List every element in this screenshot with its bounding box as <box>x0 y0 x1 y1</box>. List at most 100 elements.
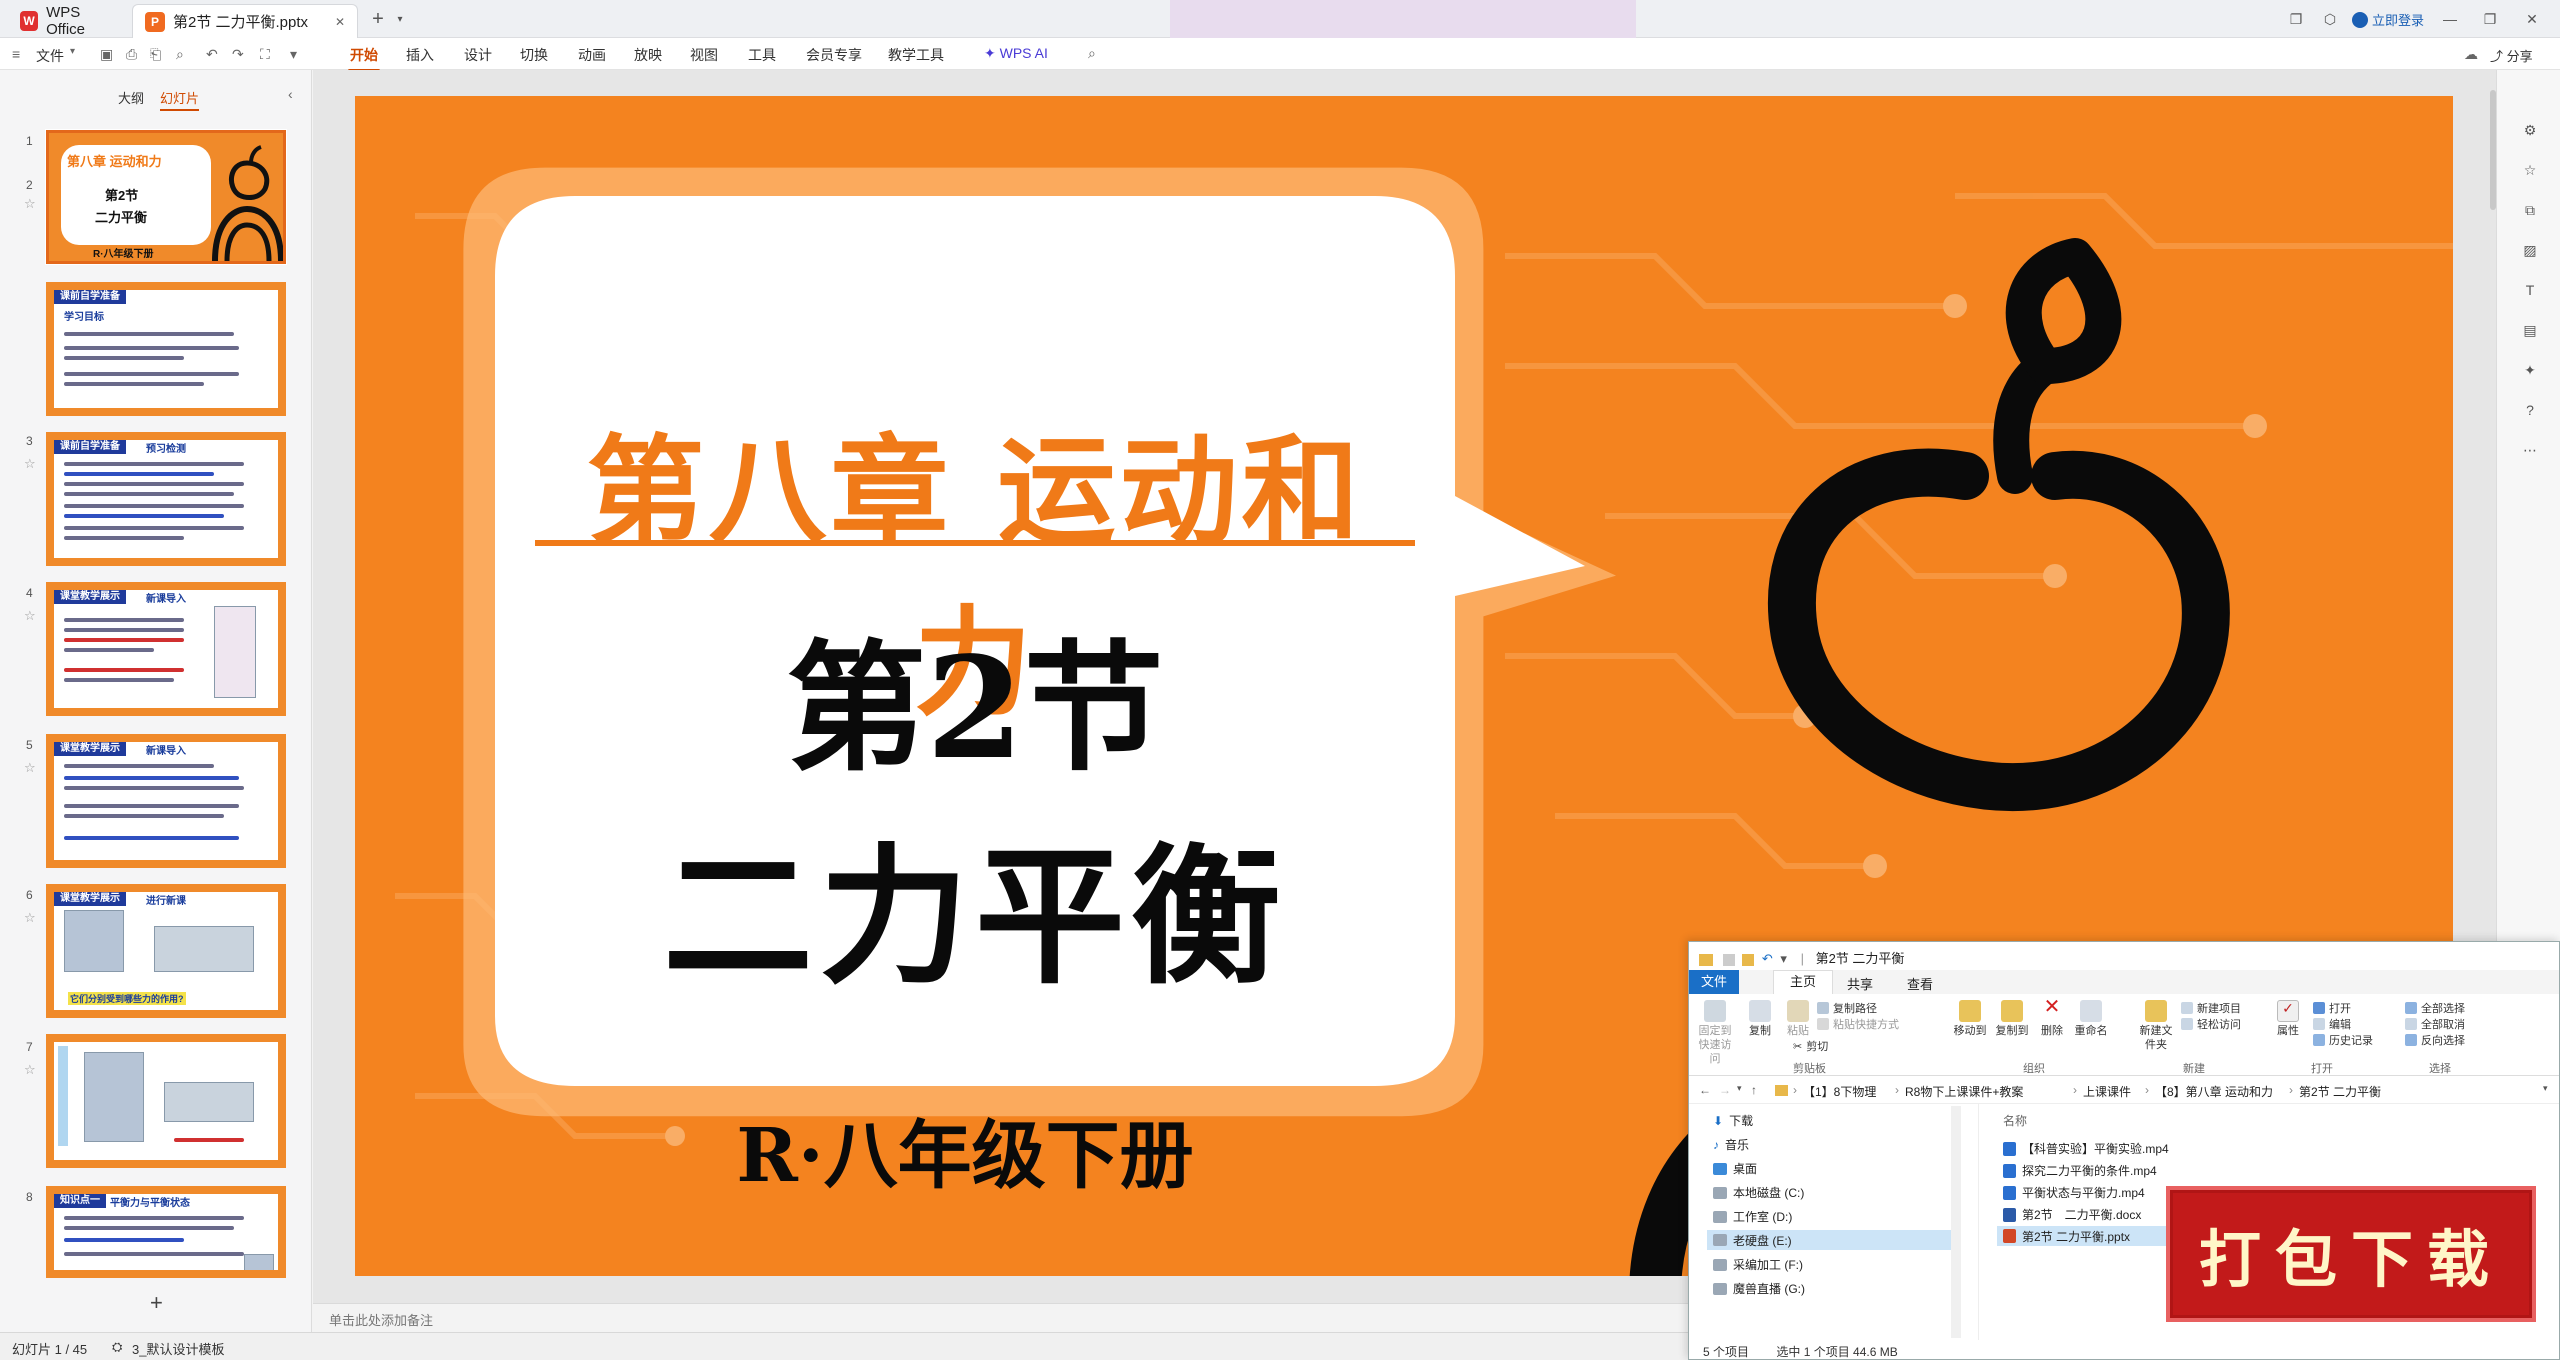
text-icon[interactable]: T <box>2521 282 2539 300</box>
tab-file[interactable]: 文件 <box>1689 970 1739 994</box>
paste-shortcut-button[interactable]: 粘贴快捷方式 <box>1817 1016 1899 1032</box>
file-item[interactable]: 探究二力平衡的条件.mp4 <box>2003 1162 2157 1179</box>
more-icon[interactable]: ⋯ <box>2521 442 2539 460</box>
close-icon[interactable]: ✕ <box>335 15 345 29</box>
up-icon[interactable]: ↑ <box>1751 1083 1757 1097</box>
redo-icon[interactable]: ↷ <box>232 46 244 63</box>
settings-icon[interactable]: ✦ <box>2521 362 2539 380</box>
menu-transition[interactable]: 切换 <box>520 45 548 65</box>
tab-wps-office[interactable]: W WPS Office <box>8 4 128 38</box>
nav-item-downloads[interactable]: ⬇ 下载 <box>1713 1112 1753 1129</box>
properties-icon[interactable]: ⚙ <box>2521 122 2539 140</box>
slide-thumbnail-7[interactable] <box>46 1034 286 1168</box>
star-icon[interactable]: ☆ <box>24 608 36 624</box>
star-icon[interactable]: ☆ <box>24 760 36 776</box>
star-icon[interactable]: ☆ <box>24 910 36 926</box>
preview-icon[interactable]: ⌕ <box>176 46 184 63</box>
star-icon[interactable]: ☆ <box>24 196 36 212</box>
history-button[interactable]: 历史记录 <box>2313 1032 2373 1048</box>
cube-icon[interactable]: ⬡ <box>2320 9 2340 29</box>
image-icon[interactable]: ▨ <box>2521 242 2539 260</box>
nav-item-drive-g[interactable]: 魔兽直播 (G:) <box>1713 1280 1805 1297</box>
chevron-down-icon[interactable]: ▾ <box>70 46 75 57</box>
tab-document[interactable]: P 第2节 二力平衡.pptx ✕ <box>132 4 358 38</box>
minimize-icon[interactable]: — <box>2440 9 2460 29</box>
breadcrumb-4[interactable]: 【8】第八章 运动和力 <box>2155 1083 2273 1100</box>
nav-item-drive-f[interactable]: 采编加工 (F:) <box>1713 1256 1803 1273</box>
menu-design[interactable]: 设计 <box>464 45 492 65</box>
properties-button[interactable]: ✓ 属性 <box>2273 1000 2303 1038</box>
select-all-button[interactable]: 全部选择 <box>2405 1000 2465 1016</box>
search-icon[interactable]: ⌕ <box>1088 45 1096 62</box>
menu-member[interactable]: 会员专享 <box>806 45 862 65</box>
login-button[interactable]: 立即登录 <box>2352 10 2424 29</box>
chevron-down-icon[interactable]: ▾ <box>1780 951 1787 966</box>
slide-thumbnail-6[interactable]: 课堂教学展示 进行新课 它们分别受到哪些力的作用? <box>46 884 286 1018</box>
new-folder-button[interactable]: 新建文件夹 <box>2135 1000 2177 1052</box>
select-none-button[interactable]: 全部取消 <box>2405 1016 2465 1032</box>
undo-icon[interactable]: ↶ <box>1762 951 1773 966</box>
paste-button[interactable]: 粘贴 <box>1783 1000 1813 1038</box>
nav-scrollbar[interactable] <box>1951 1106 1961 1338</box>
menu-slideshow[interactable]: 放映 <box>634 45 662 65</box>
new-folder-icon[interactable] <box>1742 953 1755 966</box>
nav-item-drive-c[interactable]: 本地磁盘 (C:) <box>1713 1184 1804 1201</box>
layout-icon[interactable]: ❐ <box>2286 9 2306 29</box>
easy-access-button[interactable]: 轻松访问 <box>2181 1016 2241 1032</box>
file-item[interactable]: 平衡状态与平衡力.mp4 <box>2003 1184 2145 1201</box>
move-to-button[interactable]: 移动到 <box>1951 1000 1989 1038</box>
edit-button[interactable]: 编辑 <box>2313 1016 2351 1032</box>
menu-file[interactable]: 文件 <box>36 46 64 66</box>
slide-grade-label[interactable]: R·八年级下册 <box>635 1096 1295 1203</box>
template-name[interactable]: 3_默认设计模板 <box>132 1339 224 1358</box>
nav-item-music[interactable]: ♪ 音乐 <box>1713 1136 1749 1153</box>
document-icon[interactable]: ▤ <box>2521 322 2539 340</box>
menu-insert[interactable]: 插入 <box>406 45 434 65</box>
menu-teaching-tools[interactable]: 教学工具 <box>888 45 944 65</box>
undo-icon[interactable]: ↶ <box>206 46 218 63</box>
restore-icon[interactable]: ❐ <box>2480 9 2500 29</box>
open-button[interactable]: 打开 <box>2313 1000 2351 1016</box>
slide-thumbnail-2[interactable]: 课前自学准备 学习目标 <box>46 282 286 416</box>
menu-home[interactable]: 开始 <box>348 45 380 72</box>
export-icon[interactable]: ⎙ <box>126 46 137 63</box>
copy-icon[interactable]: ⧉ <box>2521 202 2539 220</box>
tab-home[interactable]: 主页 <box>1773 970 1833 994</box>
rename-button[interactable]: 重命名 <box>2071 1000 2111 1038</box>
download-badge[interactable]: 打包下载 <box>2166 1186 2536 1322</box>
nav-item-drive-e[interactable]: 老硬盘 (E:) <box>1707 1230 1957 1250</box>
format-painter-icon[interactable]: ⛶ <box>260 46 270 63</box>
menu-animation[interactable]: 动画 <box>578 45 606 65</box>
slide-thumbnail-1[interactable]: 第八章 运动和力 第2节 二力平衡 R·八年级下册 <box>45 129 287 265</box>
tab-share[interactable]: 共享 <box>1847 974 1873 993</box>
star-icon[interactable]: ☆ <box>2521 162 2539 180</box>
column-header-name[interactable]: 名称 <box>2003 1112 2027 1129</box>
new-tab-button[interactable]: + <box>368 8 388 30</box>
breadcrumb-1[interactable]: 【1】8下物理 <box>1803 1083 1876 1100</box>
hamburger-icon[interactable]: ≡ <box>12 46 20 62</box>
slide-main-title[interactable]: 二力平衡 <box>535 796 1415 1013</box>
copy-button[interactable]: 复制 <box>1745 1000 1775 1038</box>
cloud-icon[interactable]: ☁ <box>2464 46 2478 63</box>
menu-wps-ai[interactable]: ✦ WPS AI <box>984 45 1048 62</box>
new-item-button[interactable]: 新建项目 <box>2181 1000 2241 1016</box>
cut-button[interactable]: ✂ 剪切 <box>1793 1038 1828 1054</box>
slide-section-title[interactable]: 第2节 <box>535 596 1415 798</box>
share-button[interactable]: ⤴ 分享 <box>2490 46 2533 65</box>
star-icon[interactable]: ☆ <box>24 456 36 472</box>
save-icon[interactable]: ▣ <box>100 46 113 63</box>
slide-thumbnail-4[interactable]: 课堂教学展示 新课导入 <box>46 582 286 716</box>
invert-selection-button[interactable]: 反向选择 <box>2405 1032 2465 1048</box>
slide-thumbnail-5[interactable]: 课堂教学展示 新课导入 <box>46 734 286 868</box>
file-item[interactable]: 第2节 二力平衡.docx <box>2003 1206 2141 1223</box>
pin-quick-access-button[interactable]: 固定到快速访问 <box>1695 1000 1735 1066</box>
nav-item-drive-d[interactable]: 工作室 (D:) <box>1713 1208 1792 1225</box>
breadcrumb-2[interactable]: R8物下上课课件+教案 <box>1905 1083 2023 1100</box>
star-icon[interactable]: ☆ <box>24 1062 36 1078</box>
slide-thumbnail-3[interactable]: 课前自学准备 预习检测 <box>46 432 286 566</box>
chevron-down-icon[interactable]: ▾ <box>1737 1083 1742 1094</box>
tab-outline[interactable]: 大纲 <box>118 88 144 107</box>
copy-path-button[interactable]: 复制路径 <box>1817 1000 1877 1016</box>
address-bar[interactable]: ← → ▾ ↑ › 【1】8下物理 › R8物下上课课件+教案 › 上课课件 ›… <box>1689 1076 2559 1104</box>
chevron-down-icon[interactable]: ▾ <box>390 9 410 29</box>
